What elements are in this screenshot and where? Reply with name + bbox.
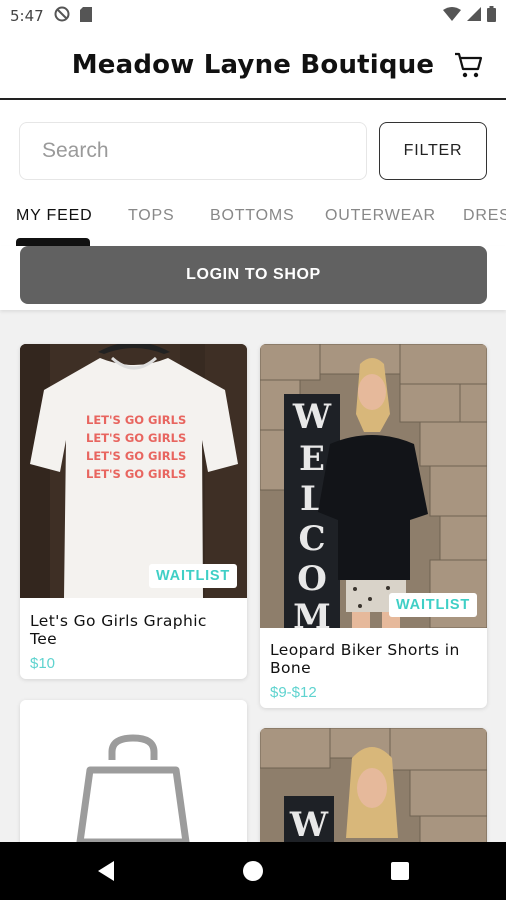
product-image: LET'S GO GIRLS LET'S GO GIRLS LET'S GO G…	[20, 344, 247, 598]
back-button[interactable]	[94, 858, 120, 884]
recents-button[interactable]	[387, 858, 413, 884]
product-price: $9-$12	[270, 684, 317, 701]
waitlist-badge: WAITLIST	[389, 593, 478, 617]
tab-outerwear[interactable]: OUTERWEAR	[325, 207, 436, 225]
back-icon	[98, 861, 114, 881]
sign-letter: O	[297, 559, 327, 599]
tab-bottoms[interactable]: BOTTOMS	[210, 207, 294, 225]
search-box[interactable]	[19, 122, 367, 180]
sign-letter: W	[292, 397, 332, 437]
sign-letter: W	[289, 805, 329, 845]
filter-button[interactable]: FILTER	[379, 122, 487, 180]
active-tab-indicator	[16, 238, 90, 246]
signal-icon	[467, 7, 481, 25]
product-card[interactable]: LET'S GO GIRLS LET'S GO GIRLS LET'S GO G…	[20, 344, 247, 679]
recents-icon	[391, 862, 409, 880]
login-to-shop-button[interactable]: LOGIN TO SHOP	[20, 246, 487, 304]
sign-letter: C	[298, 519, 325, 559]
tab-dresses[interactable]: DRES	[463, 207, 506, 225]
tab-tops[interactable]: TOPS	[128, 207, 174, 225]
status-time: 5:47	[10, 7, 44, 25]
home-button[interactable]	[240, 858, 266, 884]
login-bar: LOGIN TO SHOP	[0, 246, 506, 310]
product-name: Leopard Biker Shorts in Bone	[270, 641, 460, 677]
sign-letter: M	[293, 597, 331, 628]
sd-card-icon	[79, 6, 92, 26]
app-bar: Meadow Layne Boutique	[0, 32, 506, 100]
search-row: FILTER	[0, 100, 506, 196]
shirt-print-line: LET'S GO GIRLS	[86, 413, 186, 427]
product-image: W E L C O M	[260, 344, 487, 628]
product-name: Let's Go Girls Graphic Tee	[30, 612, 207, 648]
system-nav-bar	[0, 842, 506, 900]
shirt-print-line: LET'S GO GIRLS	[86, 449, 186, 463]
wifi-icon	[443, 7, 461, 25]
status-bar: 5:47	[0, 0, 506, 32]
store-title: Meadow Layne Boutique	[71, 50, 435, 80]
product-card[interactable]: W E L C O M WAITLIST Leopard Biker Short…	[260, 344, 487, 708]
battery-icon	[487, 6, 496, 26]
sign-letter: E	[299, 439, 325, 479]
cart-button[interactable]	[454, 50, 484, 80]
search-input[interactable]	[20, 123, 366, 179]
waitlist-badge: WAITLIST	[149, 564, 238, 588]
shirt-print-line: LET'S GO GIRLS	[86, 467, 186, 481]
shirt-print-line: LET'S GO GIRLS	[86, 431, 186, 445]
product-price: $10	[30, 655, 56, 672]
dnd-icon	[54, 6, 70, 26]
tab-my-feed[interactable]: MY FEED	[16, 207, 92, 225]
home-icon	[243, 861, 263, 881]
cart-icon	[455, 52, 483, 78]
category-tabs: MY FEED TOPS BOTTOMS OUTERWEAR DRES	[0, 196, 506, 246]
